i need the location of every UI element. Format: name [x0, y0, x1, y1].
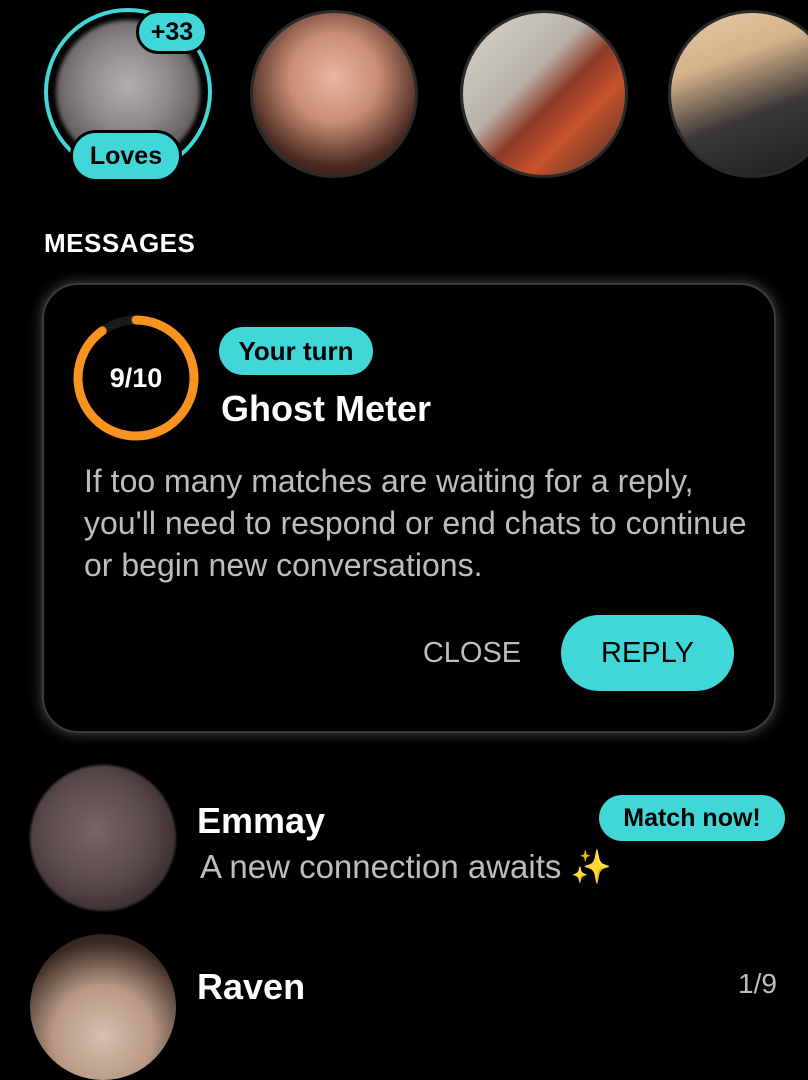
loves-label-badge: Loves	[70, 130, 182, 182]
conversation-preview: A new connection awaits ✨	[200, 848, 612, 885]
ghost-meter-description: If too many matches are waiting for a re…	[84, 463, 747, 583]
message-count: 1/9	[738, 968, 777, 999]
your-turn-badge: Your turn	[219, 327, 373, 375]
conversation-name[interactable]: Raven	[197, 966, 305, 1008]
reply-button[interactable]: REPLY	[561, 615, 734, 691]
conversation-avatar[interactable]	[30, 765, 176, 911]
match-now-button[interactable]: Match now!	[599, 795, 785, 841]
profile-photo-1[interactable]	[250, 10, 418, 178]
conversation-avatar[interactable]	[30, 934, 176, 1080]
profile-photo-3[interactable]	[668, 10, 808, 178]
ghost-meter-value: 9/10	[109, 362, 163, 393]
close-button[interactable]: CLOSE	[404, 628, 540, 678]
ghost-meter-title: Ghost Meter	[221, 388, 432, 429]
conversation-name[interactable]: Emmay	[197, 800, 325, 842]
loves-count-badge: +33	[136, 10, 208, 54]
messages-section-label: MESSAGES	[44, 228, 196, 258]
profile-photo-2[interactable]	[460, 10, 628, 178]
